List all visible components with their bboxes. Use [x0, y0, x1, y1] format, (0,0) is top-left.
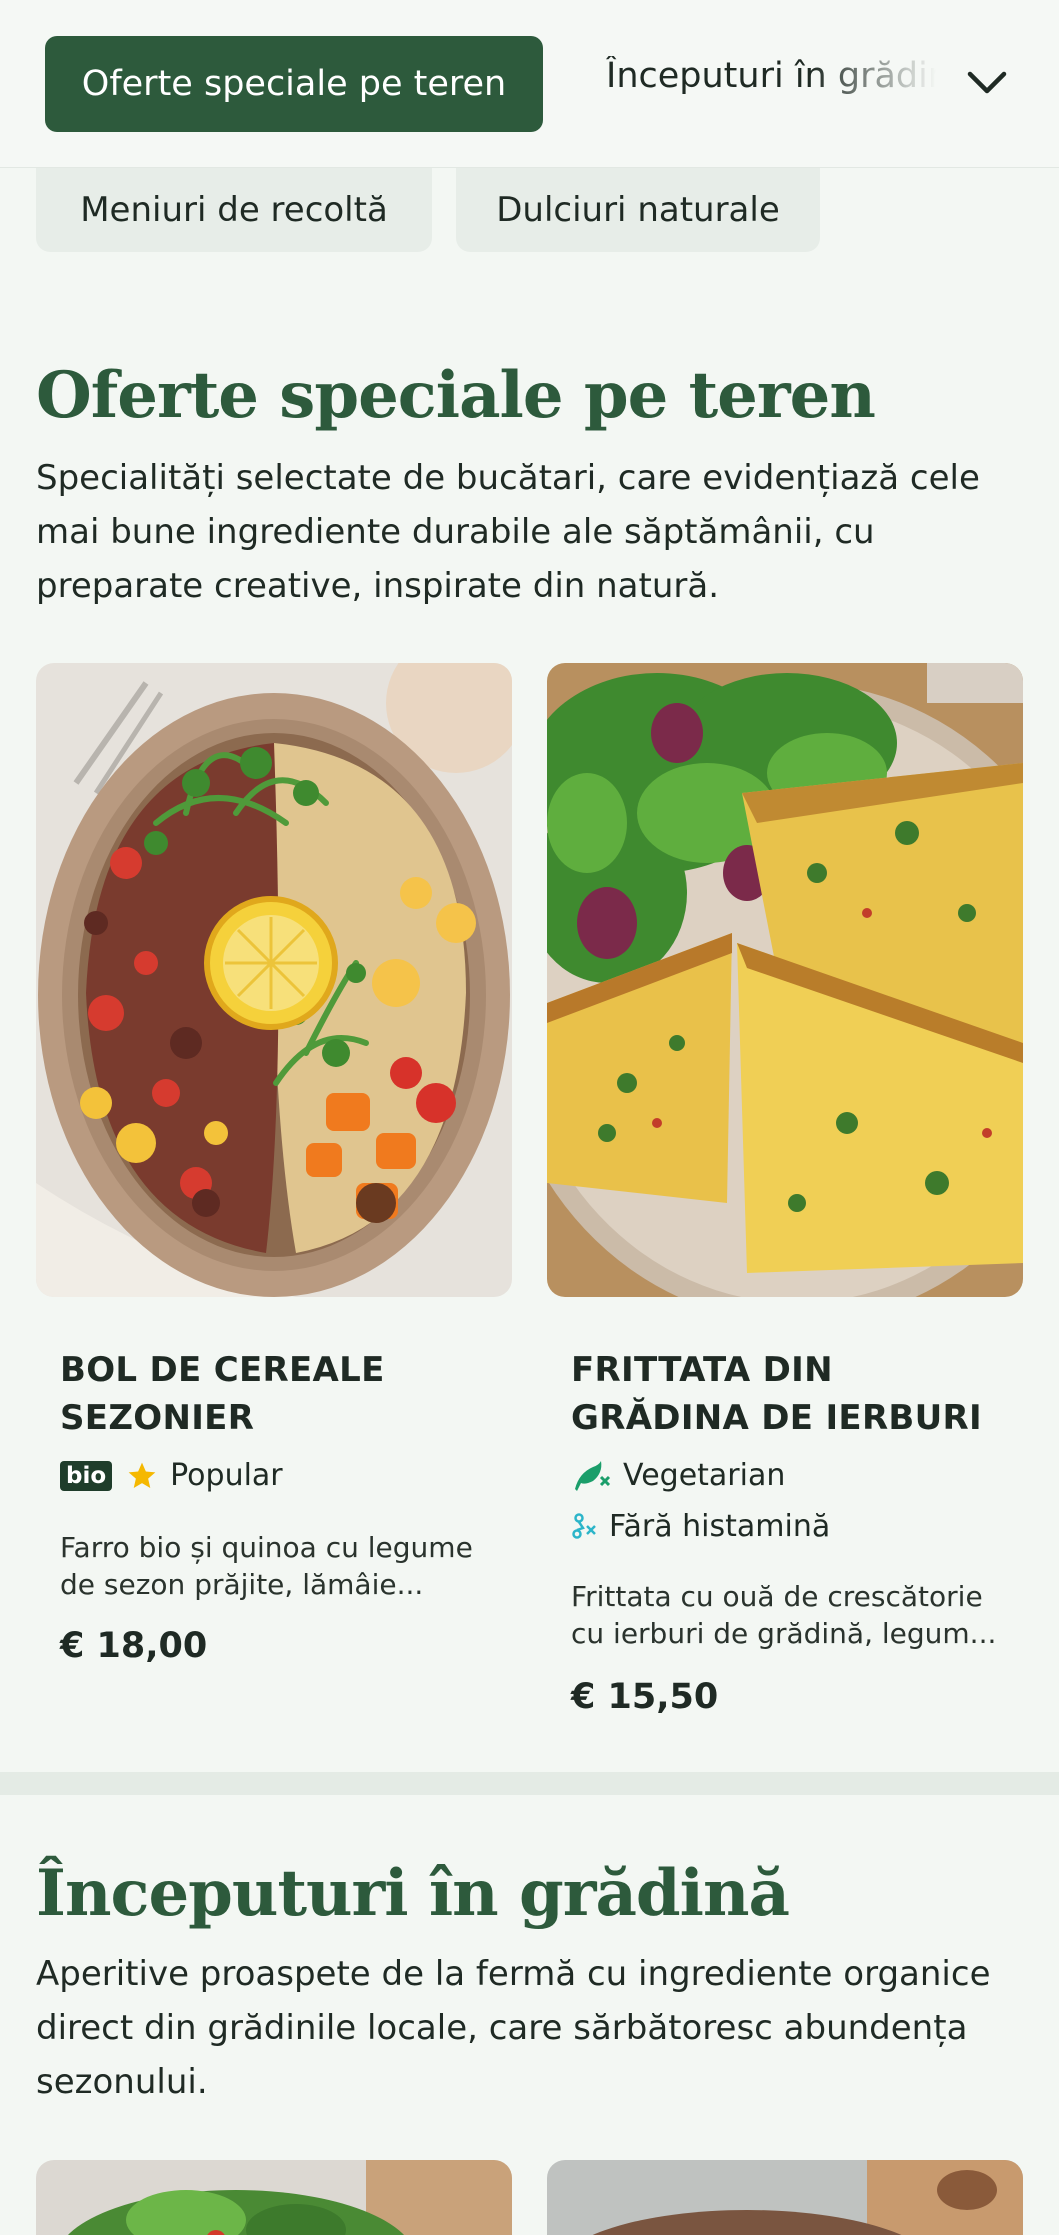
card-description-grain-bowl: Farro bio și quinoa cu legume de sezon p… [60, 1531, 473, 1601]
grain-bowl-image[interactable] [36, 663, 512, 1297]
category-nav-bar: Oferte speciale pe teren Începuturi în g… [0, 0, 1059, 168]
star-icon [128, 1462, 156, 1488]
tab-oferte-speciale[interactable]: Oferte speciale pe teren [45, 36, 543, 132]
section-description-starters: Aperitive proaspete de la fermă cu ingre… [36, 1954, 991, 2102]
chevron-down-icon[interactable] [962, 58, 1012, 108]
histamine-free-label: Fără histamină [609, 1509, 831, 1544]
section-title-specials: Oferte speciale pe teren [36, 358, 876, 433]
card-price-grain-bowl: € 18,00 [60, 1626, 208, 1666]
tag-vegetarian: Vegetarian [571, 1458, 785, 1493]
section-divider [0, 1772, 1059, 1795]
card-title-grain-bowl[interactable]: BOL DE CEREALE SEZONIER [60, 1346, 500, 1442]
vegetarian-icon [575, 1460, 611, 1491]
chip-dulciuri-naturale[interactable]: Dulciuri naturale [456, 168, 820, 252]
card-title-frittata[interactable]: FRITTATA DIN GRĂDINA DE IERBURI [571, 1346, 1011, 1442]
card-price-frittata: € 15,50 [571, 1677, 719, 1717]
section-description-specials: Specialități selectate de bucătari, care… [36, 458, 980, 606]
tag-histamine-free: Fără histamină [571, 1509, 830, 1544]
vegetarian-label: Vegetarian [623, 1458, 786, 1493]
starter-image-salad[interactable] [36, 2160, 512, 2235]
popular-label: Popular [170, 1458, 283, 1493]
section-title-starters: Începuturi în grădină [36, 1856, 790, 1931]
histamine-free-icon [572, 1512, 596, 1539]
tab-inceputuri-in-gradina[interactable]: Începuturi în grădină [606, 56, 936, 96]
card-tags-grain-bowl: bio Popular [60, 1458, 283, 1493]
frittata-image[interactable] [547, 663, 1023, 1297]
chip-meniuri-de-recolta[interactable]: Meniuri de recoltă [36, 168, 432, 252]
starter-image-soup[interactable] [547, 2160, 1023, 2235]
bio-badge: bio [60, 1460, 113, 1491]
card-description-frittata: Frittata cu ouă de crescătorie cu ierbur… [571, 1580, 997, 1650]
